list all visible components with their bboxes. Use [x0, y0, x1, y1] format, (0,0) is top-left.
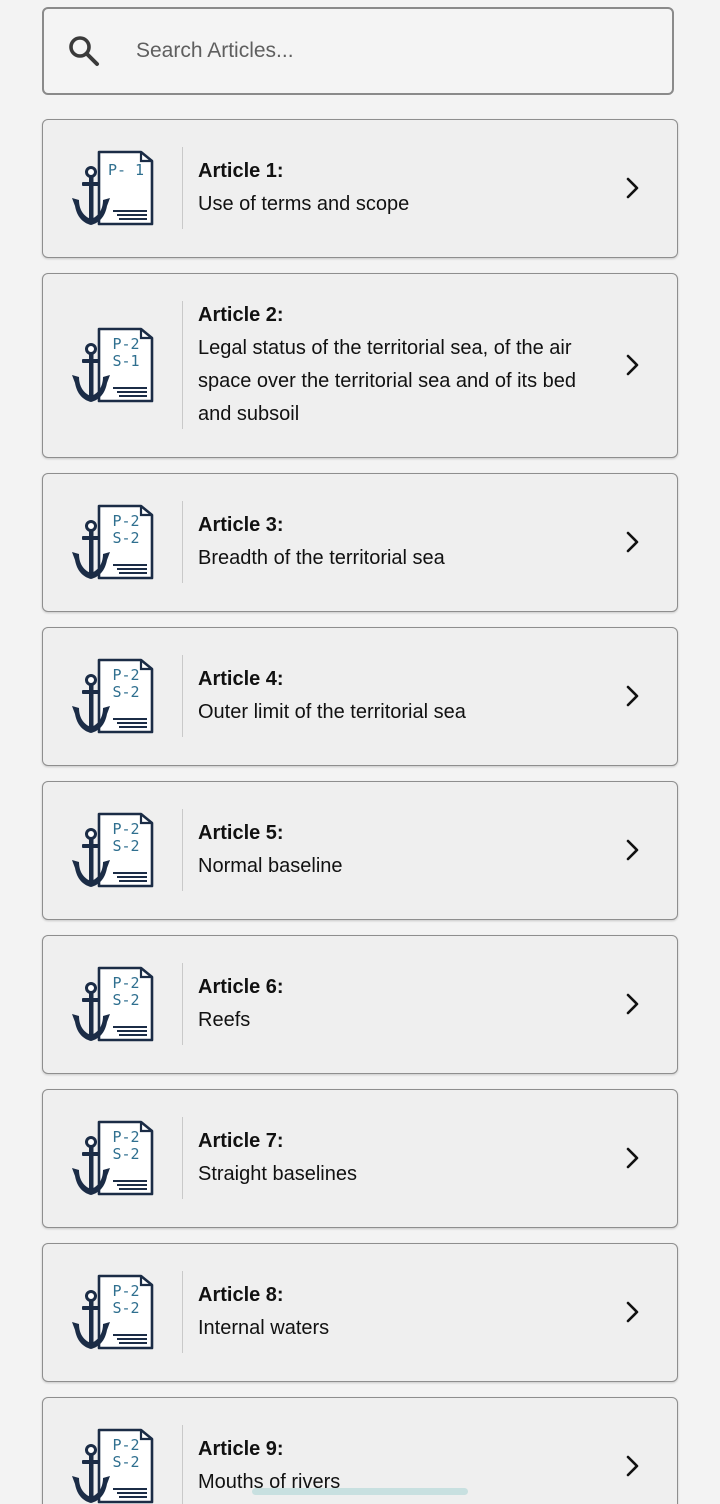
anchor-document-icon: P-2S-2	[72, 812, 154, 887]
card-divider	[182, 1425, 183, 1504]
icon-badge-part: P-2	[112, 1128, 139, 1146]
article-card[interactable]: P-2 S-2 Article 5: Normal baseline	[42, 781, 678, 920]
article-title: Article 1:	[198, 159, 284, 182]
chevron-right-icon	[626, 1301, 639, 1322]
articles-screen: P- 1Article 1:Use of terms and scopeP-2S…	[0, 0, 720, 1504]
article-text: Article 4: Outer limit of the territorial…	[198, 663, 618, 729]
anchor-document-icon: P-2S-2	[72, 504, 154, 579]
search-icon	[69, 36, 99, 66]
article-subtitle: space over the territorial sea and of it…	[198, 369, 576, 392]
card-divider	[182, 501, 183, 583]
article-card[interactable]: P-2 S-2 Article 3: Breadth of the territori…	[42, 473, 678, 612]
article-subtitle: Use of terms and scope	[198, 192, 410, 215]
article-card[interactable]: P- 1 Article 1: Use of terms and scope	[42, 119, 678, 258]
anchor-document-icon: P-2S-2	[72, 658, 154, 733]
icon-badge-section: S-2	[112, 683, 139, 701]
article-card[interactable]: P-2 S-2 Article 4: Outer limit of the terri…	[42, 627, 678, 766]
anchor-document-icon: P- 1	[72, 150, 154, 225]
anchor-document-icon: P-2S-1	[72, 327, 154, 402]
article-card[interactable]: P-2 S-2 Article 8: Internal waters	[42, 1243, 678, 1382]
article-subtitle: Reefs	[198, 1008, 251, 1031]
chevron-right-icon	[626, 354, 639, 375]
icon-badge-section: S-2	[112, 837, 139, 855]
chevron-right-icon	[626, 839, 639, 860]
home-indicator[interactable]	[252, 1488, 468, 1495]
article-text: Article 2: Legal status of the territoria…	[198, 299, 618, 431]
icon-badge-part: P-2	[112, 1282, 139, 1300]
icon-badge-section: S-2	[112, 1299, 139, 1317]
article-subtitle: Breadth of the territorial sea	[198, 546, 445, 569]
icon-badge-part: P-2	[112, 1436, 139, 1454]
icon-badge-part: P-2	[112, 974, 139, 992]
icon-badge-part: P-2	[112, 666, 139, 684]
anchor-document-icon: P-2S-2	[72, 966, 154, 1041]
anchor-document-icon: P-2S-2	[72, 1274, 154, 1349]
anchor-document-icon: P-2S-2	[72, 1120, 154, 1195]
card-divider	[182, 809, 183, 891]
article-subtitle: and subsoil	[198, 402, 300, 425]
article-text: Article 1: Use of terms and scope	[198, 155, 618, 221]
card-divider	[182, 147, 183, 229]
chevron-right-icon	[626, 685, 639, 706]
article-title: Article 5:	[198, 821, 284, 844]
article-title: Article 6:	[198, 975, 284, 998]
article-subtitle: Normal baseline	[198, 854, 343, 877]
icon-badge-part: P-2	[112, 335, 139, 353]
search-input[interactable]	[134, 38, 618, 64]
article-text: Article 3: Breadth of the territorial sea	[198, 509, 618, 575]
article-text: Article 6: Reefs	[198, 971, 618, 1037]
article-title: Article 2:	[198, 303, 284, 326]
article-title: Article 7:	[198, 1129, 284, 1152]
chevron-right-icon	[626, 531, 639, 552]
article-subtitle: Legal status of the territorial sea, of …	[198, 336, 572, 359]
article-title: Article 9:	[198, 1437, 284, 1460]
article-title: Article 8:	[198, 1283, 284, 1306]
icon-badge-section: S-1	[112, 352, 139, 370]
article-subtitle: Internal waters	[198, 1316, 330, 1339]
anchor-document-icon: P-2S-2	[72, 1428, 154, 1503]
icon-badge-part: P- 1	[108, 161, 144, 179]
icon-badge-part: P-2	[112, 512, 139, 530]
article-card[interactable]: P-2 S-2 Article 7: Straight baselines	[42, 1089, 678, 1228]
article-card[interactable]: P-2 S-2 Article 6: Reefs	[42, 935, 678, 1074]
article-title: Article 4:	[198, 667, 284, 690]
icon-badge-section: S-2	[112, 991, 139, 1009]
chevron-right-icon	[626, 993, 639, 1014]
chevron-right-icon	[626, 177, 639, 198]
card-divider	[182, 301, 183, 429]
icon-badge-section: S-2	[112, 529, 139, 547]
icon-badge-section: S-2	[112, 1453, 139, 1471]
article-subtitle: Straight baselines	[198, 1162, 357, 1185]
icon-badge-section: S-2	[112, 1145, 139, 1163]
article-card[interactable]: P-2 S-1 Article 2: Legal status of the terr…	[42, 273, 678, 458]
card-divider	[182, 655, 183, 737]
article-title: Article 3:	[198, 513, 284, 536]
card-divider	[182, 963, 183, 1045]
search-bar[interactable]	[42, 7, 674, 95]
chevron-right-icon	[626, 1455, 639, 1476]
icon-badge-part: P-2	[112, 820, 139, 838]
article-text: Article 7: Straight baselines	[198, 1125, 618, 1191]
article-subtitle: Outer limit of the territorial sea	[198, 700, 466, 723]
chevron-right-icon	[626, 1147, 639, 1168]
card-divider	[182, 1117, 183, 1199]
article-text: Article 5: Normal baseline	[198, 817, 618, 883]
article-text: Article 8: Internal waters	[198, 1279, 618, 1345]
card-divider	[182, 1271, 183, 1353]
